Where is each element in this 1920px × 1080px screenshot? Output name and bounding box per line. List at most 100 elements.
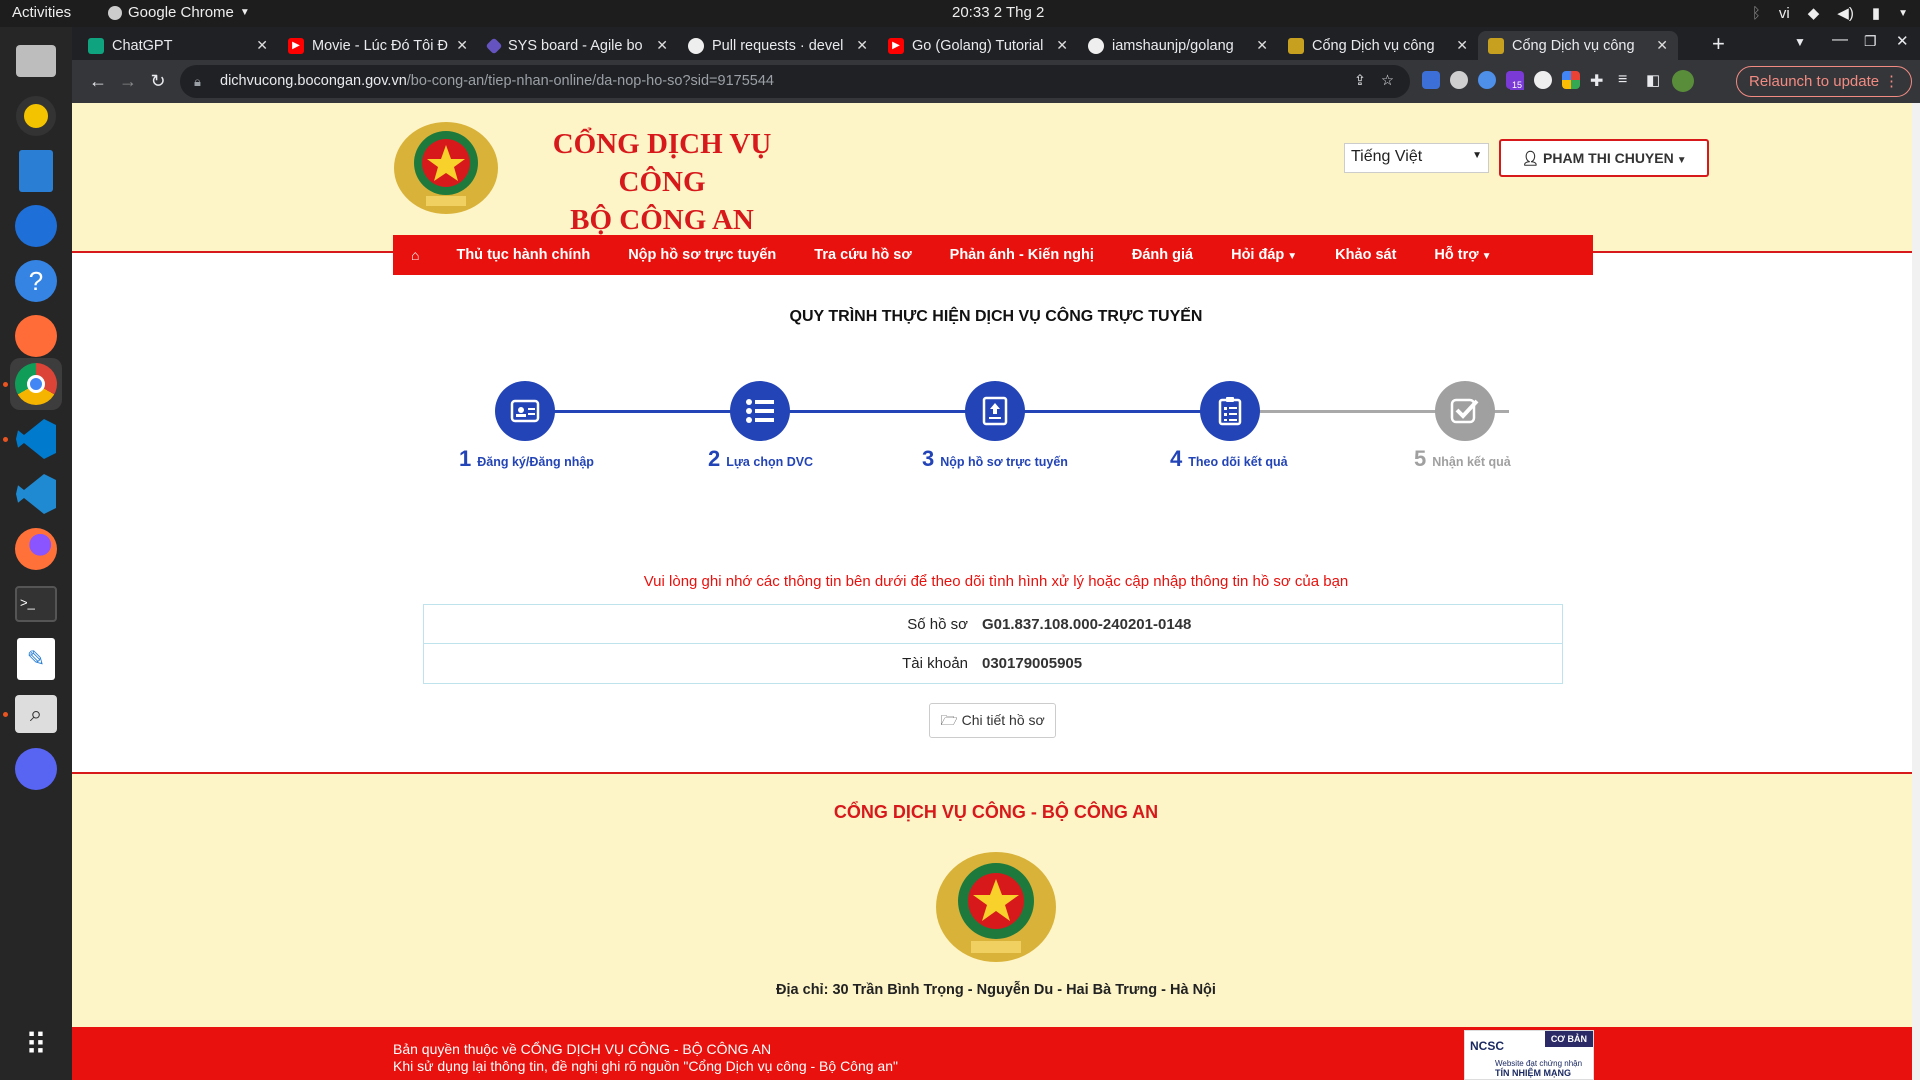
tab[interactable]: ChatGPT ✕ bbox=[78, 31, 278, 60]
ncsc-trust-badge[interactable]: NCSC CƠ BẢN Website đạt chứng nhận TÍN N… bbox=[1464, 1030, 1594, 1080]
footer-address: Địa chỉ: 30 Trần Bình Trọng - Nguyễn Du … bbox=[776, 982, 1216, 998]
tab[interactable]: ▶ Go (Golang) Tutorial ✕ bbox=[878, 31, 1078, 60]
extension-icon[interactable] bbox=[1562, 71, 1580, 89]
clock[interactable]: 20:33 2 Thg 2 bbox=[952, 4, 1044, 21]
postman-icon[interactable] bbox=[10, 310, 62, 362]
youtube-icon: ▶ bbox=[888, 37, 904, 54]
nav-ho-tro[interactable]: Hỗ trợ ▼ bbox=[1415, 247, 1510, 263]
ncsc-label: NCSC bbox=[1470, 1039, 1505, 1053]
page-scrollbar[interactable] bbox=[1912, 103, 1920, 1080]
tab[interactable]: ▶ Movie - Lúc Đó Tôi Đ ✕ bbox=[278, 31, 478, 60]
search-icon[interactable]: ⌕ bbox=[10, 688, 62, 740]
step-2 bbox=[730, 381, 790, 441]
tab[interactable]: SYS board - Agile bo ✕ bbox=[478, 31, 678, 60]
extension-icon[interactable]: 15 bbox=[1506, 71, 1525, 90]
new-tab-button[interactable]: + bbox=[1712, 31, 1725, 57]
files-icon[interactable] bbox=[10, 35, 62, 87]
nav-danh-gia[interactable]: Đánh giá bbox=[1113, 247, 1212, 263]
extension-icon[interactable] bbox=[1534, 71, 1552, 89]
rhythmbox-icon[interactable] bbox=[10, 90, 62, 142]
close-icon[interactable]: ✕ bbox=[456, 37, 468, 54]
close-window-icon[interactable]: ✕ bbox=[1896, 32, 1909, 50]
step-3-label: 3 Nộp hồ sơ trực tuyến bbox=[922, 446, 1068, 472]
extension-icon[interactable] bbox=[1422, 71, 1440, 89]
activities-button[interactable]: Activities bbox=[12, 4, 71, 21]
extension-icon[interactable] bbox=[1478, 71, 1496, 89]
close-icon[interactable]: ✕ bbox=[256, 37, 268, 54]
nav-nop-ho-so[interactable]: Nộp hồ sơ trực tuyến bbox=[609, 247, 795, 263]
firefox-icon[interactable] bbox=[10, 523, 62, 575]
relaunch-button[interactable]: Relaunch to update ⋮ bbox=[1736, 66, 1912, 97]
apps-grid-icon[interactable]: ⠿ bbox=[10, 1019, 62, 1071]
close-icon[interactable]: ✕ bbox=[1656, 37, 1668, 54]
step-text: Nhận kết quả bbox=[1432, 455, 1511, 469]
tab-title: SYS board - Agile bo bbox=[508, 37, 643, 54]
system-tray[interactable]: ᛒ vi ◆ ◀) ▮ ▼ bbox=[1752, 4, 1908, 23]
help-icon[interactable]: ? bbox=[10, 255, 62, 307]
terminal-icon[interactable]: >_ bbox=[10, 578, 62, 630]
step-text: Lựa chọn DVC bbox=[726, 455, 814, 469]
minimize-icon[interactable]: — bbox=[1832, 31, 1848, 49]
copyright-bar: Bản quyền thuộc về CỔNG DỊCH VỤ CÔNG - B… bbox=[72, 1027, 1920, 1080]
reading-list-icon[interactable]: ≡ bbox=[1618, 71, 1627, 89]
chrome-icon[interactable] bbox=[10, 358, 62, 410]
so-ho-so-label: Số hồ sơ bbox=[907, 615, 968, 633]
writer-icon[interactable] bbox=[10, 145, 62, 197]
close-icon[interactable]: ✕ bbox=[656, 37, 668, 54]
record-detail-button[interactable]: 🗁︎ Chi tiết hồ sơ bbox=[929, 703, 1056, 738]
tab[interactable]: Cổng Dịch vụ công ✕ bbox=[1278, 31, 1478, 60]
share-icon[interactable]: ⇪ bbox=[1354, 65, 1366, 98]
tab-title: ChatGPT bbox=[112, 37, 173, 54]
home-icon[interactable]: ⌂ bbox=[393, 247, 437, 263]
step-number: 2 bbox=[708, 446, 721, 471]
police-emblem-logo[interactable] bbox=[392, 118, 500, 218]
profile-avatar[interactable] bbox=[1672, 70, 1694, 92]
close-icon[interactable]: ✕ bbox=[1256, 37, 1268, 54]
close-icon[interactable]: ✕ bbox=[1056, 37, 1068, 54]
copyright-line-2: Khi sử dụng lại thông tin, đề nghị ghi r… bbox=[393, 1058, 898, 1074]
close-icon[interactable]: ✕ bbox=[1456, 37, 1468, 54]
tab-title: Pull requests · devel bbox=[712, 37, 844, 54]
user-menu-button[interactable]: 👤︎ PHAM THI CHUYEN ▼ bbox=[1499, 139, 1709, 177]
nav-thu-tuc-hanh-chinh[interactable]: Thủ tục hành chính bbox=[437, 247, 609, 263]
discord-icon[interactable] bbox=[10, 743, 62, 795]
bookmark-star-icon[interactable]: ☆ bbox=[1381, 65, 1394, 98]
close-icon[interactable]: ✕ bbox=[856, 37, 868, 54]
notice-text: Vui lòng ghi nhớ các thông tin bên dưới … bbox=[643, 573, 1349, 590]
address-bar[interactable]: 🔒︎ dichvucong.bocongan.gov.vn/bo-cong-an… bbox=[180, 65, 1410, 98]
tab-search-icon[interactable]: ▼ bbox=[1794, 35, 1806, 49]
site-title-line1: CỔNG DỊCH VỤ CÔNG bbox=[552, 128, 772, 198]
detail-button-label: Chi tiết hồ sơ bbox=[961, 712, 1045, 728]
maximize-icon[interactable]: ❐ bbox=[1864, 33, 1877, 50]
tab[interactable]: iamshaunjp/golang ✕ bbox=[1078, 31, 1278, 60]
list-icon bbox=[730, 381, 790, 441]
nav-tra-cuu-ho-so[interactable]: Tra cứu hồ sơ bbox=[795, 247, 930, 263]
side-panel-icon[interactable]: ◧ bbox=[1646, 71, 1660, 89]
text-editor-icon[interactable]: ✎ bbox=[10, 633, 62, 685]
tab[interactable]: Pull requests · devel ✕ bbox=[678, 31, 878, 60]
caret-down-icon: ▼ bbox=[1481, 251, 1492, 262]
tab-title: Cổng Dịch vụ công bbox=[1512, 37, 1635, 54]
tab-active[interactable]: Cổng Dịch vụ công ✕ bbox=[1478, 31, 1678, 60]
badge-level: CƠ BẢN bbox=[1544, 1031, 1593, 1047]
forward-icon[interactable]: → bbox=[116, 69, 140, 93]
extension-icon[interactable] bbox=[1450, 71, 1468, 89]
nav-hoi-dap[interactable]: Hỏi đáp ▼ bbox=[1212, 247, 1316, 263]
chevron-down-icon: ▼ bbox=[1898, 7, 1908, 19]
back-icon[interactable]: ← bbox=[86, 69, 110, 93]
site-footer: CỔNG DỊCH VỤ CÔNG - BỘ CÔNG AN Địa chỉ: … bbox=[72, 772, 1920, 1027]
thunderbird-icon[interactable] bbox=[10, 200, 62, 252]
vscode-icon[interactable] bbox=[10, 413, 62, 465]
reload-icon[interactable]: ↻ bbox=[146, 69, 170, 93]
browser-toolbar: ← → ↻ 🔒︎ dichvucong.bocongan.gov.vn/bo-c… bbox=[72, 60, 1920, 103]
language-select[interactable]: Tiếng Việt ▼ bbox=[1344, 143, 1489, 173]
nav-phan-anh[interactable]: Phản ánh - Kiến nghị bbox=[931, 247, 1113, 263]
extensions-puzzle-icon[interactable]: ✚ bbox=[1590, 71, 1603, 91]
language-value: Tiếng Việt bbox=[1351, 148, 1423, 165]
vscode-icon[interactable] bbox=[10, 468, 62, 520]
nav-khao-sat[interactable]: Khảo sát bbox=[1316, 247, 1415, 263]
app-name: Google Chrome bbox=[128, 4, 234, 21]
input-language[interactable]: vi bbox=[1779, 5, 1790, 22]
app-menu[interactable]: Google Chrome ▼ bbox=[108, 4, 250, 21]
web-page: CỔNG DỊCH VỤ CÔNG BỘ CÔNG AN Tiếng Việt … bbox=[72, 103, 1920, 1080]
